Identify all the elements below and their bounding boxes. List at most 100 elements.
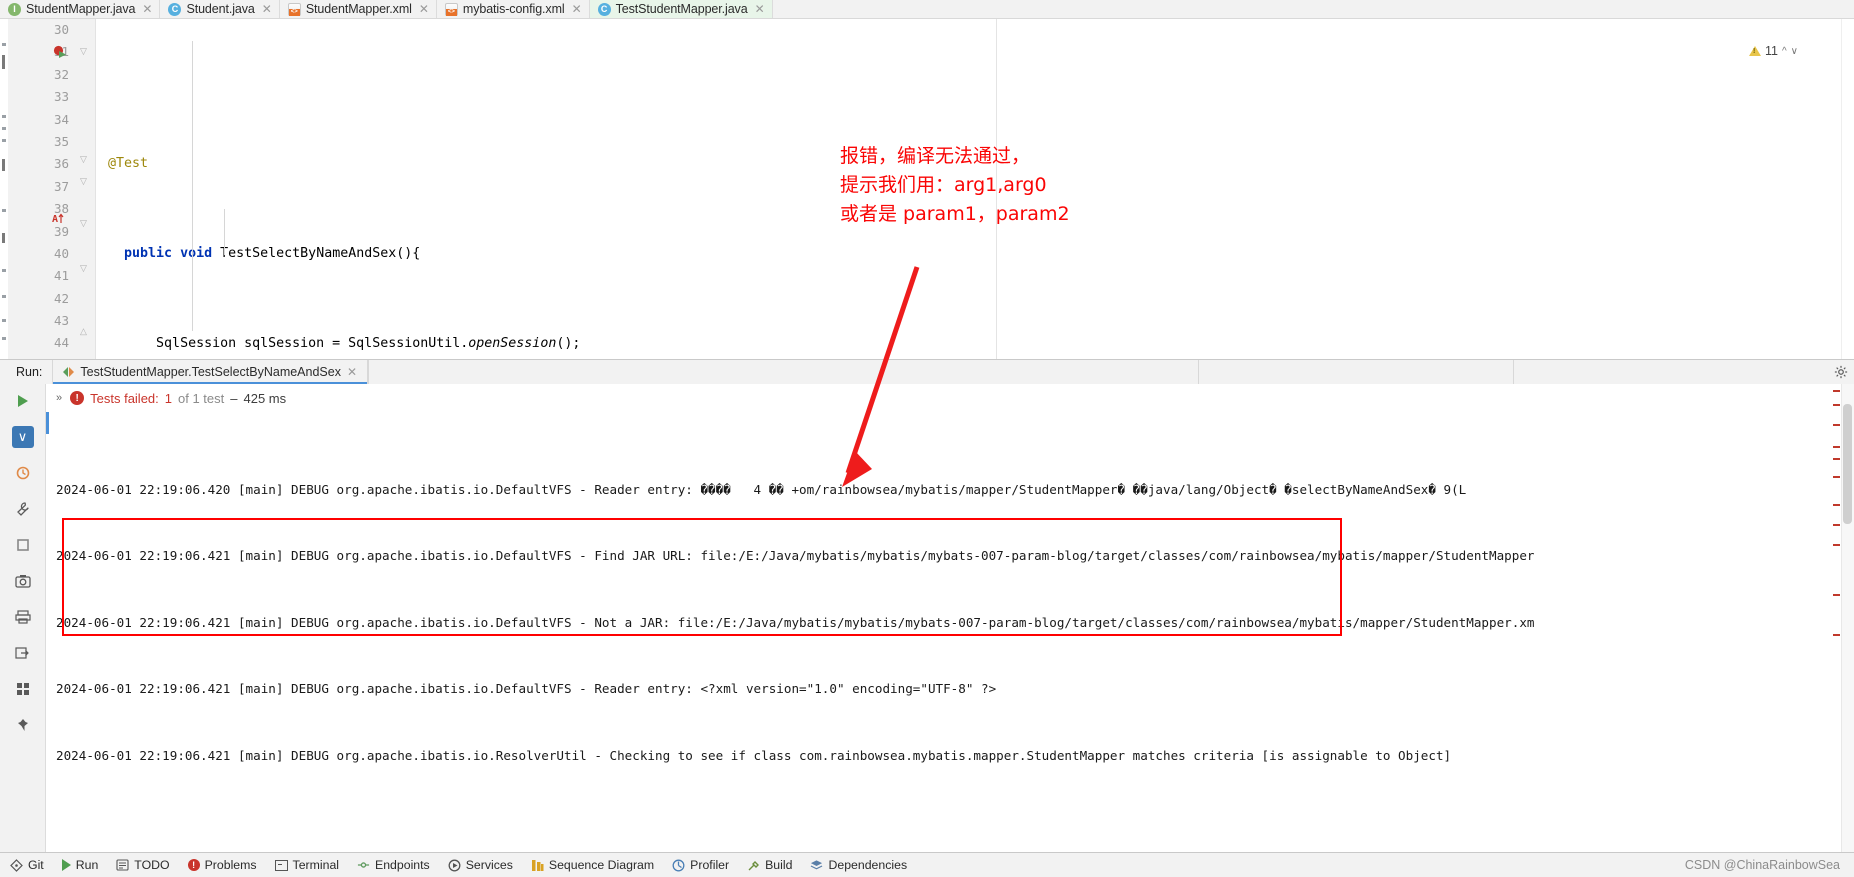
statusbar-item-build[interactable]: Build (747, 858, 792, 872)
tab-label: StudentMapper.xml (305, 2, 412, 16)
run-bar-segment (1513, 360, 1828, 384)
line-number: 33 (53, 89, 69, 105)
line-number: 35 (53, 133, 69, 149)
fold-icon[interactable]: ▽ (80, 177, 89, 186)
line-number: 40 (53, 245, 69, 261)
console-output-area[interactable]: ∨ » ! Tests failed: 1 of 1 test – 425 ms… (0, 384, 1854, 852)
inspection-warning-indicator[interactable]: 11 ^ ∨ (1748, 44, 1798, 58)
dash: – (230, 390, 238, 406)
export-icon[interactable] (12, 642, 34, 664)
settings-wrench-icon[interactable] (12, 498, 34, 520)
statusbar-label: Sequence Diagram (548, 858, 655, 872)
stop-icon[interactable] (12, 534, 34, 556)
editor-scrollbar[interactable] (1841, 19, 1854, 359)
tab-student-mapper-xml[interactable]: StudentMapper.xml ✕ (279, 0, 437, 18)
gear-icon[interactable] (1828, 360, 1854, 384)
fold-icon[interactable]: ▽ (80, 155, 89, 164)
rerun-icon[interactable] (12, 390, 34, 412)
run-test-gutter-icon[interactable] (53, 45, 68, 60)
chevron-up-icon[interactable]: ^ (1782, 46, 1787, 57)
code-content[interactable]: @Test public void TestSelectByNameAndSex… (96, 19, 1854, 359)
build-icon (747, 859, 760, 872)
statusbar-item-profiler[interactable]: Profiler (672, 858, 729, 872)
statusbar-item-terminal[interactable]: Terminal (274, 858, 340, 872)
code-token: @Test (108, 156, 149, 172)
close-icon[interactable]: ✕ (419, 2, 429, 16)
git-icon (10, 858, 23, 872)
warning-triangle-icon (1748, 46, 1761, 56)
statusbar-item-git[interactable]: Git (10, 858, 44, 872)
rerun-failed-tests-icon[interactable]: ∨ (11, 426, 34, 448)
statusbar-item-problems[interactable]: ! Problems (187, 858, 257, 872)
code-line-31: public void TestSelectByNameAndSex(){ (108, 243, 1854, 265)
fold-icon[interactable]: ▽ (80, 264, 89, 273)
run-tab-label: TestStudentMapper.TestSelectByNameAndSex (80, 365, 341, 379)
close-icon[interactable]: ✕ (572, 2, 582, 16)
statusbar-label: Services (465, 858, 513, 872)
log-line: 2024-06-01 22:19:06.420 [main] DEBUG org… (56, 481, 1467, 497)
fold-icon[interactable]: △ (80, 327, 89, 336)
statusbar-label: Problems (204, 858, 257, 872)
chevron-down-icon[interactable]: ∨ (1791, 46, 1798, 57)
test-run-icon (63, 366, 75, 378)
code-token: void (180, 246, 213, 262)
console-scrollbar[interactable] (1841, 384, 1854, 852)
tab-mybatis-config-xml[interactable]: mybatis-config.xml ✕ (436, 0, 590, 18)
tests-total-label: of 1 test (178, 390, 225, 406)
layout-icon[interactable] (12, 678, 34, 700)
problems-icon: ! (187, 859, 200, 871)
statusbar-label: Endpoints (375, 858, 430, 872)
editor-right-margin-guide (996, 19, 997, 359)
java-class-icon: C (168, 2, 182, 16)
warning-gutter-icon[interactable]: A (52, 212, 66, 226)
run-configuration-tab[interactable]: TestStudentMapper.TestSelectByNameAndSex… (52, 360, 369, 384)
statusbar-item-services[interactable]: Services (448, 858, 513, 872)
run-tool-window-header: Run: TestStudentMapper.TestSelectByNameA… (0, 359, 1854, 384)
expand-icon[interactable]: » (56, 392, 62, 404)
tab-student-mapper-java[interactable]: I StudentMapper.java ✕ (0, 0, 161, 18)
close-icon[interactable]: ✕ (142, 2, 152, 16)
statusbar-label: Terminal (292, 858, 340, 872)
test-duration: 425 ms (243, 390, 287, 406)
statusbar-item-sequence-diagram[interactable]: Sequence Diagram (531, 858, 654, 872)
tab-student-java[interactable]: C Student.java ✕ (160, 0, 280, 18)
log-line: 2024-06-01 22:19:06.421 [main] DEBUG org… (56, 747, 1452, 763)
close-icon[interactable]: ✕ (755, 2, 765, 16)
tab-label: mybatis-config.xml (462, 2, 565, 16)
log-line: 2024-06-01 22:19:06.421 [main] DEBUG org… (56, 614, 1535, 630)
screenshot-camera-icon[interactable] (12, 570, 34, 592)
warning-count: 11 (1764, 44, 1778, 58)
console-main[interactable]: » ! Tests failed: 1 of 1 test – 425 ms 2… (46, 384, 1854, 852)
code-token: public (124, 246, 173, 262)
terminal-icon (274, 859, 288, 872)
log-line: 2024-06-01 22:19:06.421 [main] DEBUG org… (56, 548, 1535, 564)
sequence-diagram-icon (531, 859, 544, 872)
statusbar-item-run[interactable]: Run (61, 858, 98, 872)
fold-icon[interactable]: ▽ (80, 47, 89, 56)
svg-text:A: A (52, 214, 58, 225)
statusbar-item-dependencies[interactable]: Dependencies (810, 858, 907, 872)
statusbar-item-endpoints[interactable]: Endpoints (357, 858, 430, 872)
print-icon[interactable] (12, 606, 34, 628)
fold-icon[interactable]: ▽ (80, 219, 89, 228)
editor-left-marker-strip (0, 19, 8, 359)
xml-file-icon (287, 2, 301, 16)
services-icon (448, 859, 461, 872)
code-folding-gutter[interactable]: ▽ ▽ ▽ ▽ ▽ △ (74, 19, 96, 359)
statusbar-label: Profiler (690, 858, 730, 872)
profiler-icon (672, 859, 685, 872)
tab-test-student-mapper-java[interactable]: C TestStudentMapper.java ✕ (589, 0, 773, 18)
code-token: SqlSession sqlSession = SqlSessionUtil. (156, 335, 469, 351)
statusbar-label: Dependencies (828, 858, 908, 872)
code-editor[interactable]: 30 31 32 33 34 35 36 37 38 39 40 41 42 4… (0, 19, 1854, 359)
scrollbar-thumb[interactable] (1843, 404, 1852, 524)
toggle-auto-test-icon[interactable] (12, 462, 34, 484)
pin-icon[interactable] (12, 714, 34, 736)
bottom-status-bar: Git Run TODO ! Problems Terminal Endpoin… (0, 852, 1854, 877)
close-icon[interactable]: ✕ (347, 365, 357, 379)
console-log[interactable]: 2024-06-01 22:19:06.420 [main] DEBUG org… (46, 412, 1854, 852)
line-number: 30 (53, 22, 69, 37)
close-icon[interactable]: ✕ (262, 2, 272, 16)
statusbar-item-todo[interactable]: TODO (116, 858, 170, 872)
xml-file-icon (444, 2, 458, 16)
